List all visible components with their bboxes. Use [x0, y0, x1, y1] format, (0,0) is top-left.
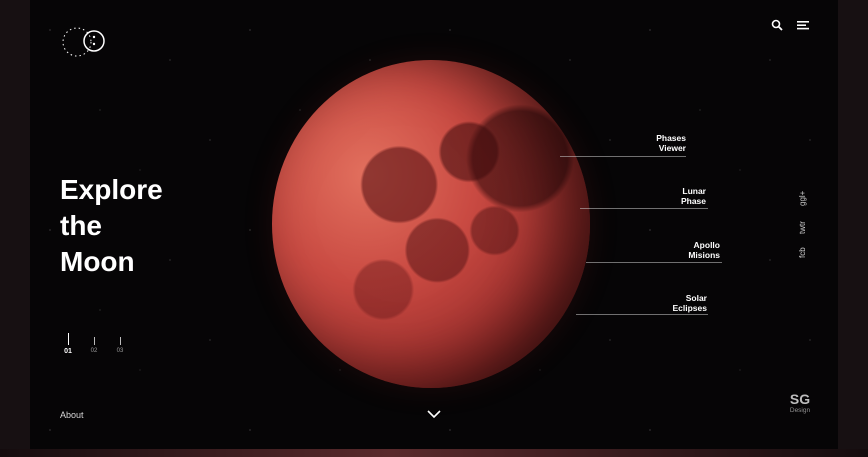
pager-item-03[interactable]: 03	[112, 333, 128, 355]
menu-item-lunar-phase[interactable]: Lunar Phase	[650, 186, 706, 206]
pager-item-02[interactable]: 02	[86, 333, 102, 355]
pager-label: 01	[64, 348, 72, 355]
menu-item-label: Eclipses	[672, 303, 708, 313]
menu-item-label: Viewer	[658, 143, 686, 153]
page-edge-left	[0, 0, 30, 449]
social-link-twtr[interactable]: twtr	[798, 221, 807, 234]
moon-image	[272, 60, 590, 388]
bottom-strip	[0, 449, 868, 457]
pager-tick	[119, 337, 121, 345]
menu-item-phases-viewer[interactable]: Phases Viewer	[630, 133, 686, 153]
menu-item-label: Phase	[680, 196, 706, 206]
social-link-ggl[interactable]: ggl+	[798, 191, 807, 206]
hamburger-icon[interactable]	[796, 18, 810, 32]
pager-label: 02	[90, 348, 98, 354]
pager-tick	[67, 333, 69, 345]
pager-tick	[93, 337, 95, 345]
social-link-fcb[interactable]: fcb	[798, 247, 807, 258]
menu-connector-line	[560, 156, 686, 157]
page-edge-right	[838, 0, 868, 449]
menu-item-label: Solar	[685, 293, 707, 303]
title-line: Moon	[60, 246, 135, 277]
pager-item-01[interactable]: 01	[60, 333, 76, 355]
brand-sub: Design	[789, 407, 811, 414]
page-title: Explore the Moon	[60, 172, 260, 280]
about-link[interactable]: About	[60, 410, 84, 420]
brand-mark: SG	[789, 391, 811, 407]
title-line: the	[60, 210, 102, 241]
chevron-down-icon[interactable]	[426, 408, 442, 420]
menu-item-label: Lunar	[682, 186, 706, 196]
top-toolbar	[770, 18, 810, 32]
search-icon[interactable]	[770, 18, 784, 32]
pager-label: 03	[116, 348, 124, 354]
menu-item-solar-eclipses[interactable]: Solar Eclipses	[646, 293, 708, 313]
moon-phase-logo[interactable]	[60, 20, 110, 64]
menu-item-label: Phases	[656, 133, 686, 143]
menu-item-label: Misions	[688, 250, 720, 260]
title-line: Explore	[60, 174, 163, 205]
menu-connector-line	[586, 262, 722, 263]
menu-connector-line	[576, 314, 708, 315]
hero-section: Explore the Moon 01 02 03 About Phases V…	[30, 0, 838, 449]
menu-item-apollo-misions[interactable]: Apollo Misions	[660, 240, 720, 260]
slide-pager: 01 02 03	[60, 333, 128, 355]
brand-logo: SG Design	[782, 392, 818, 415]
menu-connector-line	[580, 208, 708, 209]
menu-item-label: Apollo	[693, 240, 720, 250]
